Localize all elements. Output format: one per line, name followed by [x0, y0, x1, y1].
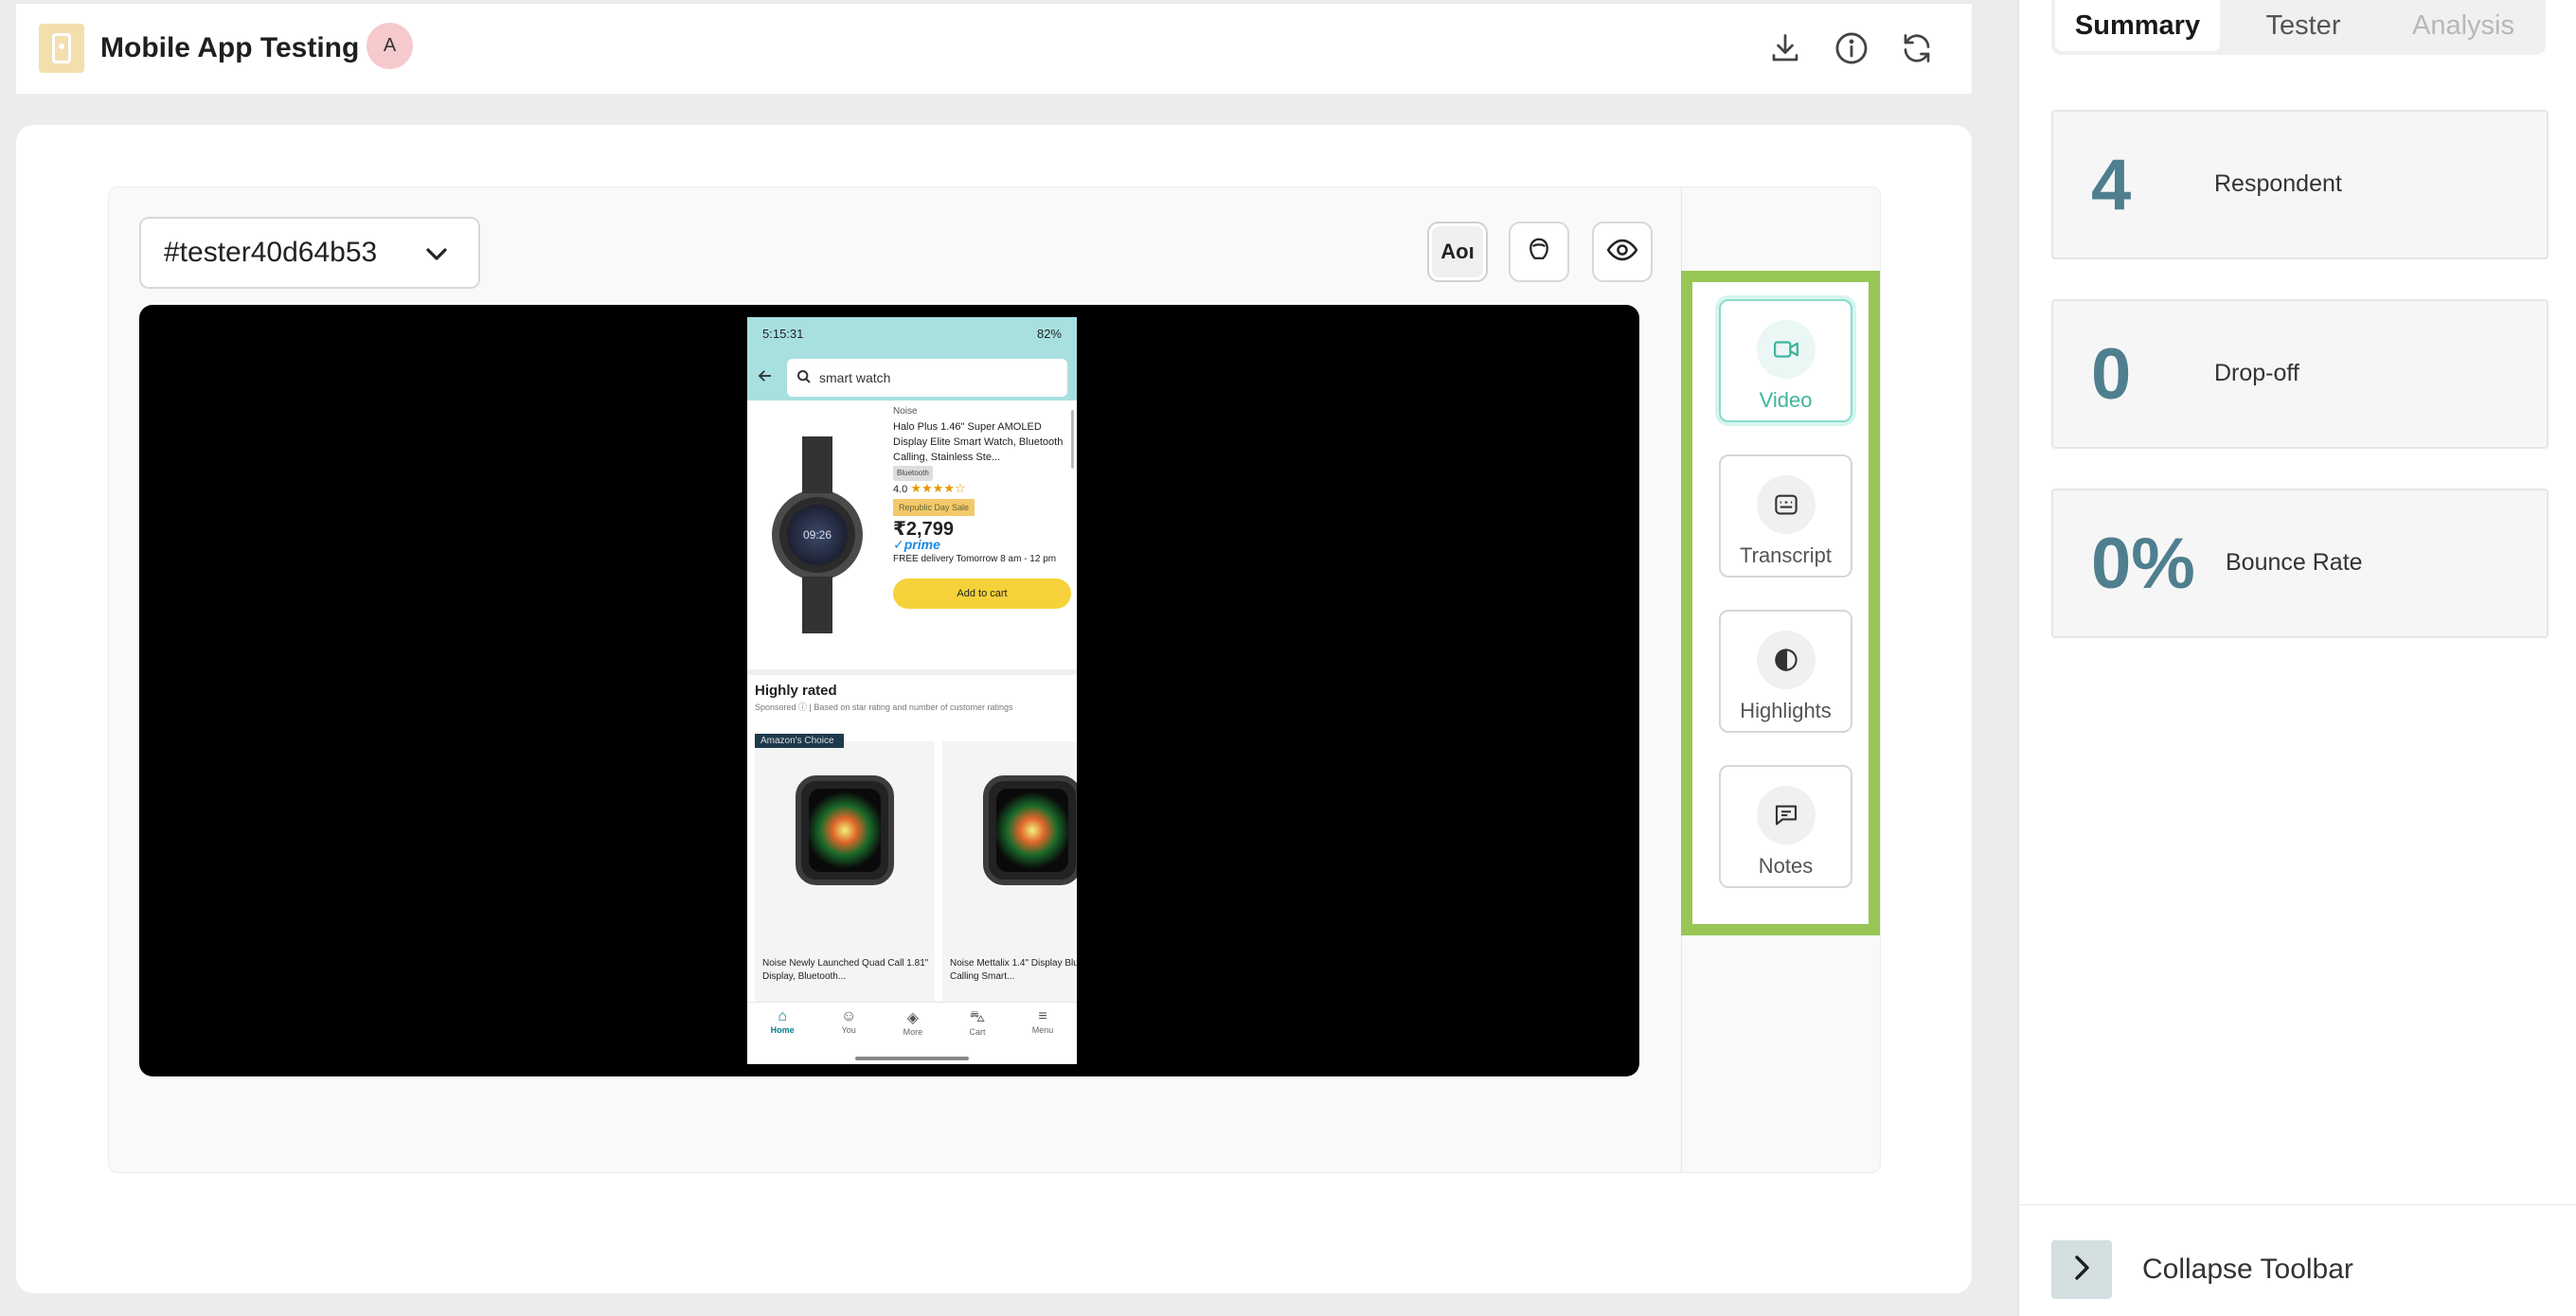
chevron-right-icon	[2071, 1254, 2092, 1287]
drop-off-card: 0 Drop-off	[2051, 299, 2549, 449]
delivery-text: FREE delivery Tomorrow 8 am - 12 pm	[893, 554, 1057, 564]
tab-tester[interactable]: Tester	[2227, 0, 2379, 51]
head-tracking-button[interactable]	[1509, 222, 1569, 282]
transcript-icon	[1756, 475, 1816, 534]
download-icon[interactable]	[1764, 27, 1806, 69]
back-arrow-icon	[757, 367, 774, 389]
phone-search-text: smart watch	[819, 370, 891, 385]
player-area: #tester40d64b53 Aoı 5:15:31 82% smart wa…	[108, 187, 1881, 1173]
deal-badge: Republic Day Sale	[893, 499, 975, 516]
tab-highlights-label: Highlights	[1740, 699, 1832, 722]
chevron-down-icon	[423, 245, 450, 269]
bounce-rate-card: 0% Bounce Rate	[2051, 489, 2549, 638]
amazons-choice-badge: Amazon's Choice	[755, 734, 844, 748]
product-grid: Noise Newly Launched Quad Call 1.81" Dis…	[747, 741, 1077, 1003]
footer-divider	[2019, 1204, 2576, 1205]
tab-transcript[interactable]: Transcript	[1719, 454, 1852, 578]
search-icon	[796, 369, 812, 387]
panel-tabs: Summary Tester Analysis	[2051, 0, 2546, 55]
collapse-toolbar-label[interactable]: Collapse Toolbar	[2142, 1254, 2353, 1286]
tab-notes[interactable]: Notes	[1719, 765, 1852, 888]
highly-rated-section: Highly rated Sponsored ⓘ | Based on star…	[747, 675, 1077, 713]
avatar[interactable]: A	[367, 23, 413, 69]
nav-you: ☺ You	[840, 1008, 857, 1035]
tab-notes-label: Notes	[1758, 854, 1814, 878]
respondent-card: 4 Respondent	[2051, 110, 2549, 259]
product-listing: 09:26 Noise Halo Plus 1.46" Super AMOLED…	[747, 400, 1077, 675]
recording-screenshot: 5:15:31 82% smart watch 09:26 Noise Halo…	[747, 317, 1077, 1064]
video-camera-icon	[1756, 320, 1816, 379]
notes-icon	[1756, 786, 1816, 845]
respondent-count: 4	[2091, 145, 2132, 225]
status-time: 5:15:31	[762, 327, 804, 341]
tab-video[interactable]: Video	[1719, 299, 1852, 422]
phone-search-bar: smart watch	[747, 355, 1077, 400]
add-to-cart-button: Add to cart	[893, 578, 1071, 609]
prime-logo: ✓prime	[893, 537, 940, 552]
tab-video-label: Video	[1759, 388, 1813, 412]
refresh-icon[interactable]	[1896, 27, 1938, 69]
video-player[interactable]: 5:15:31 82% smart watch 09:26 Noise Halo…	[139, 305, 1639, 1076]
side-toolbar: Video Transcript Highlights Notes	[1681, 271, 1880, 935]
tab-analysis: Analysis	[2412, 10, 2514, 41]
main-card: #tester40d64b53 Aoı 5:15:31 82% smart wa…	[16, 125, 1972, 1293]
product-price: ₹2,799	[893, 519, 954, 540]
bounce-rate-value: 0%	[2091, 524, 2195, 604]
product-card-caption: Noise Newly Launched Quad Call 1.81" Dis…	[762, 958, 929, 982]
highlights-icon	[1756, 631, 1816, 689]
page-title: Mobile App Testing	[100, 32, 360, 63]
tab-summary[interactable]: Summary	[2055, 0, 2220, 51]
product-card: Noise Mettalix 1.4" Display Bluetooth Ca…	[942, 741, 1077, 1003]
drop-off-label: Drop-off	[2214, 360, 2299, 386]
eye-icon	[1606, 234, 1638, 271]
phone-status-bar: 5:15:31 82%	[747, 317, 1077, 355]
tester-select-value: #tester40d64b53	[164, 237, 378, 268]
product-chip: Bluetooth	[893, 466, 933, 481]
tab-highlights[interactable]: Highlights	[1719, 610, 1852, 733]
nav-cart: ⛍ Cart	[969, 1009, 986, 1037]
product-brand: Noise	[893, 406, 918, 417]
bounce-rate-label: Bounce Rate	[2226, 549, 2363, 576]
watch-image: 09:26	[747, 400, 887, 669]
app-header: Mobile App Testing A	[16, 4, 1972, 94]
right-panel: Summary Tester Analysis 4 Respondent 0 D…	[2017, 0, 2576, 1316]
eye-tracking-button[interactable]	[1592, 222, 1653, 282]
product-name: Halo Plus 1.46" Super AMOLED Display Eli…	[893, 421, 1064, 463]
aoi-icon: Aoı	[1440, 240, 1475, 263]
home-indicator	[855, 1057, 969, 1060]
product-rating: 4.0	[893, 484, 908, 495]
product-card: Noise Newly Launched Quad Call 1.81" Dis…	[755, 741, 935, 1003]
tab-transcript-label: Transcript	[1740, 543, 1832, 567]
drop-off-count: 0	[2091, 334, 2132, 415]
highly-rated-subtitle: Sponsored ⓘ | Based on star rating and n…	[755, 702, 1013, 712]
status-battery: 82%	[1036, 327, 1062, 341]
info-icon[interactable]	[1831, 27, 1872, 69]
product-card-caption: Noise Mettalix 1.4" Display Bluetooth Ca…	[950, 958, 1077, 982]
nav-home: ⌂ Home	[770, 1008, 795, 1035]
phone-scroll-thumb	[1071, 410, 1074, 469]
respondent-label: Respondent	[2214, 170, 2342, 197]
tester-select[interactable]: #tester40d64b53	[139, 217, 480, 289]
highly-rated-title: Highly rated	[755, 683, 837, 699]
aoi-button[interactable]: Aoı	[1427, 222, 1488, 282]
star-rating-icon: ★★★★☆	[910, 481, 966, 495]
nav-menu: ≡ Menu	[1031, 1008, 1054, 1035]
phone-search-box: smart watch	[787, 359, 1067, 397]
mobile-app-icon	[39, 24, 84, 73]
collapse-toolbar-button[interactable]	[2051, 1240, 2112, 1299]
head-icon	[1525, 236, 1553, 269]
phone-bottom-nav: ⌂ Home ☺ You ◈ More ⛍ Cart ≡ Menu	[747, 1002, 1077, 1064]
